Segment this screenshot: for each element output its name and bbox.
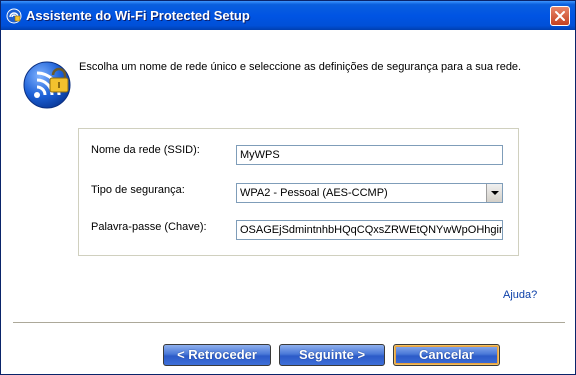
wps-wizard-window: Assistente do Wi-Fi Protected Setup Esco… <box>0 0 576 375</box>
security-type-value: WPA2 - Pessoal (AES-CCMP) <box>240 187 388 199</box>
close-icon <box>555 11 565 21</box>
ssid-field[interactable]: MyWPS <box>236 145 503 165</box>
cancel-button[interactable]: Cancelar <box>393 344 500 366</box>
intro-text: Escolha um nome de rede único e seleccio… <box>79 61 522 73</box>
passphrase-label: Palavra-passe (Chave): <box>91 221 207 233</box>
wizard-body: Escolha um nome de rede único e seleccio… <box>1 30 575 374</box>
back-button[interactable]: < Retroceder <box>163 344 271 366</box>
close-button[interactable] <box>550 6 570 26</box>
title-bar[interactable]: Assistente do Wi-Fi Protected Setup <box>1 1 575 30</box>
ssid-label: Nome da rede (SSID): <box>91 144 200 156</box>
passphrase-field[interactable]: OSAGEjSdmintnhbHQqCQxsZRWEtQNYwWpOHhgirB <box>236 220 503 240</box>
security-type-select[interactable]: WPA2 - Pessoal (AES-CCMP) <box>236 183 503 203</box>
security-type-label: Tipo de segurança: <box>91 184 185 196</box>
chevron-down-icon <box>491 191 499 195</box>
network-settings-group: Nome da rede (SSID): MyWPS Tipo de segur… <box>78 128 519 256</box>
separator <box>13 322 565 324</box>
help-link[interactable]: Ajuda? <box>503 289 537 301</box>
wps-app-icon <box>6 8 22 24</box>
wifi-lock-icon <box>23 61 71 109</box>
next-button[interactable]: Seguinte > <box>279 344 385 366</box>
dropdown-arrow-button[interactable] <box>486 184 502 202</box>
window-title: Assistente do Wi-Fi Protected Setup <box>26 8 250 23</box>
